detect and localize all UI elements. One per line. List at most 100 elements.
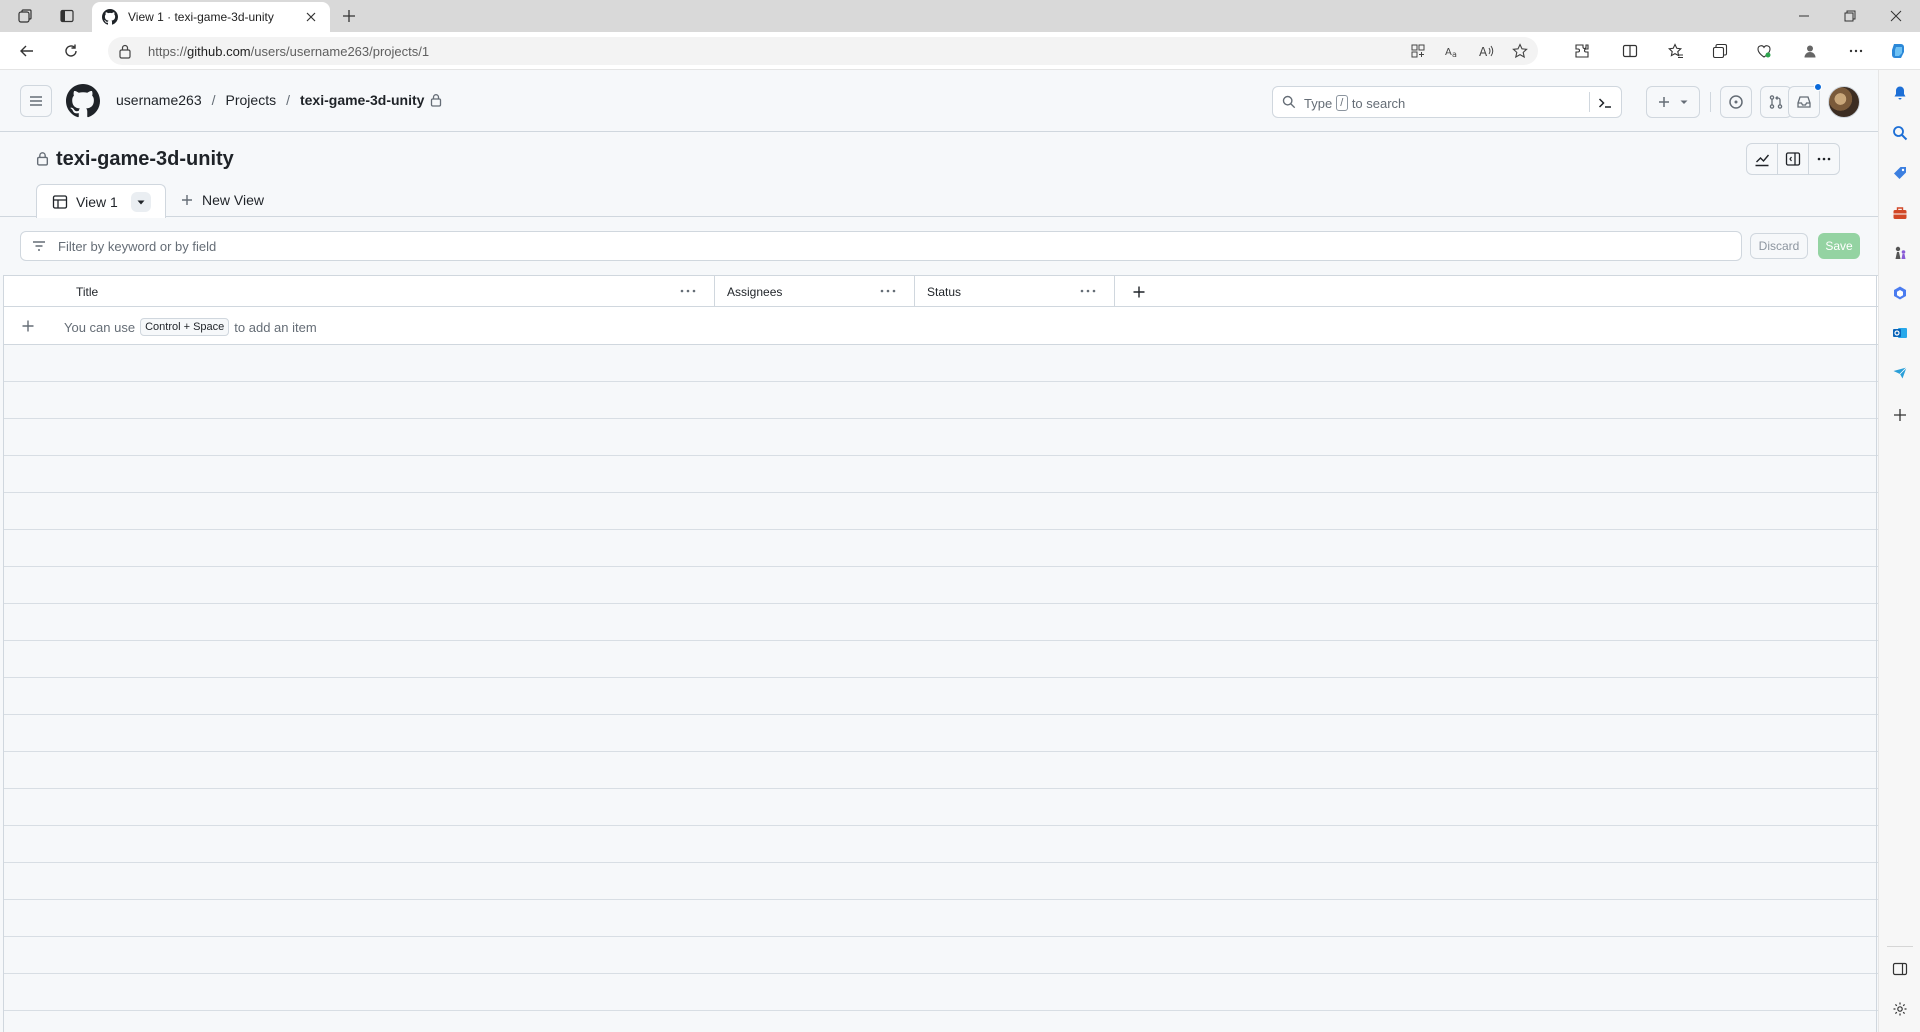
games-chess-icon[interactable] xyxy=(1889,242,1911,264)
plus-icon xyxy=(1659,97,1669,107)
filter-input[interactable]: Filter by keyword or by field xyxy=(20,231,1742,261)
header-divider xyxy=(1710,92,1711,112)
graph-icon xyxy=(1755,154,1770,167)
read-aloud-icon[interactable]: A xyxy=(1476,42,1496,60)
vertical-tabs-icon[interactable] xyxy=(56,6,78,26)
microsoft365-icon[interactable] xyxy=(1889,282,1911,304)
discard-button[interactable]: Discard xyxy=(1750,233,1808,259)
add-item-plus-icon[interactable] xyxy=(19,317,37,335)
sidebar-expand-icon xyxy=(1785,152,1801,166)
avatar[interactable] xyxy=(1828,86,1860,118)
outlook-icon[interactable] xyxy=(1889,322,1911,344)
column-menu-icon[interactable] xyxy=(1077,283,1099,299)
breadcrumb-separator: / xyxy=(211,92,216,108)
add-sidebar-app-icon[interactable] xyxy=(1889,404,1911,426)
settings-more-icon[interactable] xyxy=(1844,40,1868,62)
column-title-label: Title xyxy=(76,285,99,299)
column-header-status[interactable]: Status xyxy=(915,276,1115,307)
sidebar-settings-gear-icon[interactable] xyxy=(1889,998,1911,1020)
add-field-icon[interactable] xyxy=(1128,281,1150,303)
breadcrumb-user-link[interactable]: username263 xyxy=(116,92,202,108)
project-more-options-button[interactable] xyxy=(1808,143,1840,175)
copilot-icon[interactable] xyxy=(1886,40,1910,62)
profile-icon[interactable] xyxy=(1798,40,1822,62)
tab-view-1[interactable]: View 1 xyxy=(36,184,166,218)
issues-button[interactable] xyxy=(1720,86,1752,118)
tab-view-label: View 1 xyxy=(76,193,118,210)
breadcrumb-project-link[interactable]: texi-game-3d-unity xyxy=(300,92,424,108)
extensions-icon[interactable] xyxy=(1570,40,1594,62)
view-tabs: View 1 New View xyxy=(0,184,1878,218)
save-button[interactable]: Save xyxy=(1818,233,1860,259)
menu-hamburger-icon[interactable] xyxy=(20,85,52,117)
column-menu-icon[interactable] xyxy=(677,283,699,299)
hide-sidebar-icon[interactable] xyxy=(1889,958,1911,980)
github-logo-icon[interactable] xyxy=(66,84,100,118)
restore-icon[interactable] xyxy=(1832,4,1868,28)
caret-down-icon xyxy=(1680,100,1688,104)
search-sidebar-icon[interactable] xyxy=(1889,122,1911,144)
browser-tabstrip: View 1 · texi-game-3d-unity xyxy=(0,0,1920,32)
kebab-horizontal-icon xyxy=(1817,157,1831,161)
new-view-button[interactable]: New View xyxy=(180,192,264,208)
browser-tab-active[interactable]: View 1 · texi-game-3d-unity xyxy=(92,2,330,32)
notifications-bell-icon[interactable] xyxy=(1889,82,1911,104)
search-input[interactable]: Type / to search xyxy=(1272,86,1622,118)
back-icon[interactable] xyxy=(14,39,40,63)
address-bar[interactable]: https://github.com/users/username263/pro… xyxy=(108,37,1538,65)
favorites-icon[interactable] xyxy=(1664,40,1688,62)
table-left-border xyxy=(3,275,4,1032)
create-new-button[interactable] xyxy=(1646,86,1700,118)
close-window-icon[interactable] xyxy=(1878,4,1914,28)
search-icon xyxy=(1282,95,1296,109)
command-palette-icon[interactable] xyxy=(1595,94,1615,112)
breadcrumb-projects-link[interactable]: Projects xyxy=(226,92,277,108)
app-available-icon[interactable] xyxy=(1408,42,1428,60)
private-lock-icon xyxy=(430,93,442,107)
column-header-title[interactable]: Title xyxy=(4,276,715,307)
search-placeholder: Type / to search xyxy=(1304,95,1406,111)
shopping-tag-icon[interactable] xyxy=(1889,162,1911,184)
column-menu-icon[interactable] xyxy=(877,283,899,299)
view-options-dropdown[interactable] xyxy=(131,192,151,212)
empty-table-rows xyxy=(4,345,1878,1032)
browser-toolbar: https://github.com/users/username263/pro… xyxy=(0,32,1920,70)
table-header: Title Assignees Status xyxy=(4,275,1878,307)
sidebar-divider xyxy=(1887,946,1913,947)
page-title: texi-game-3d-unity xyxy=(56,148,234,170)
project-private-lock-icon xyxy=(36,151,49,166)
new-tab-icon[interactable] xyxy=(338,6,360,26)
browser-essentials-icon[interactable] xyxy=(1752,40,1776,62)
tab-title: View 1 · texi-game-3d-unity xyxy=(128,10,274,24)
plus-icon xyxy=(182,195,192,205)
add-item-row[interactable]: You can use Control + Space to add an it… xyxy=(4,307,1878,345)
breadcrumb: username263 / Projects / texi-game-3d-un… xyxy=(116,92,442,108)
translate-icon[interactable]: Aa xyxy=(1442,42,1462,60)
git-pull-request-icon xyxy=(1769,95,1783,109)
inbox-button[interactable] xyxy=(1788,86,1820,118)
keyboard-shortcut: Control + Space xyxy=(140,318,230,336)
close-tab-icon[interactable] xyxy=(302,8,320,26)
filter-placeholder: Filter by keyword or by field xyxy=(58,239,217,254)
svg-text:a: a xyxy=(1452,50,1457,59)
github-favicon-icon xyxy=(102,9,118,25)
filter-icon xyxy=(32,240,46,252)
workspaces-icon[interactable] xyxy=(14,6,36,26)
drop-send-icon[interactable] xyxy=(1889,362,1911,384)
split-screen-icon[interactable] xyxy=(1618,40,1642,62)
search-divider xyxy=(1589,92,1590,112)
collections-icon[interactable] xyxy=(1708,40,1732,62)
project-details-button[interactable] xyxy=(1777,143,1809,175)
new-view-label: New View xyxy=(202,192,264,208)
minimize-icon[interactable] xyxy=(1786,4,1822,28)
github-page: username263 / Projects / texi-game-3d-un… xyxy=(0,70,1878,1032)
caret-down-icon xyxy=(137,200,145,205)
refresh-icon[interactable] xyxy=(58,39,84,63)
favorite-star-icon[interactable] xyxy=(1510,42,1530,60)
insights-button[interactable] xyxy=(1746,143,1778,175)
edge-sidebar xyxy=(1878,70,1920,1032)
svg-text:A: A xyxy=(1479,45,1488,59)
column-header-assignees[interactable]: Assignees xyxy=(715,276,915,307)
tools-briefcase-icon[interactable] xyxy=(1889,202,1911,224)
site-info-lock-icon[interactable] xyxy=(118,43,132,59)
